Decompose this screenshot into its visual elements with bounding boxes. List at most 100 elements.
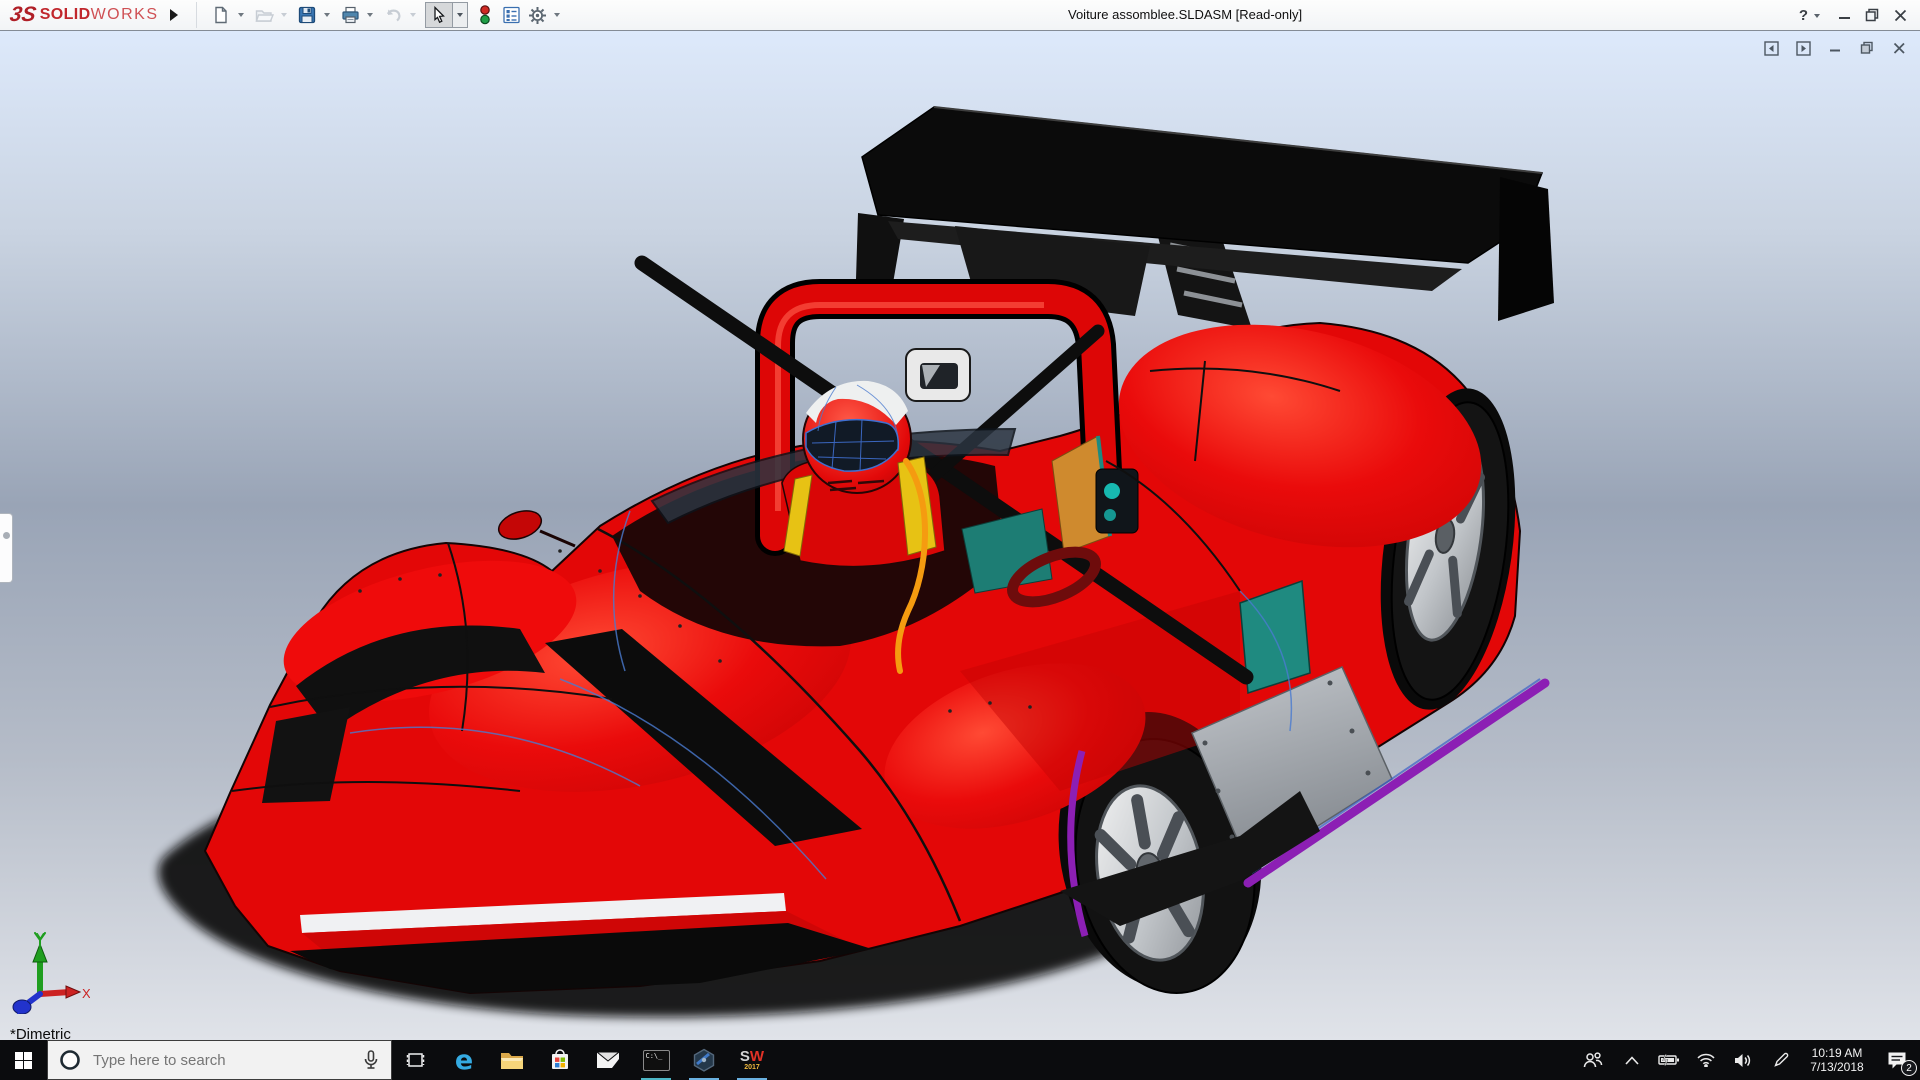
mail-button[interactable] [584, 1040, 632, 1080]
network-button[interactable] [1688, 1040, 1724, 1080]
previous-pane-button[interactable] [1762, 39, 1780, 57]
hidden-icons-button[interactable] [1614, 1040, 1650, 1080]
edrawings-button[interactable] [680, 1040, 728, 1080]
command-prompt-icon: C:\_ [643, 1050, 670, 1071]
open-folder-icon [255, 6, 274, 24]
new-dropdown-caret[interactable] [234, 2, 247, 28]
close-button[interactable] [1886, 0, 1914, 30]
volume-button[interactable] [1724, 1040, 1762, 1080]
taskbar-apps: e C: [392, 1040, 776, 1080]
menu-flyout-arrow-icon[interactable] [170, 9, 178, 21]
doc-minimize-icon [1829, 42, 1842, 55]
undo-icon [384, 6, 403, 24]
action-center-button[interactable]: 2 [1874, 1040, 1920, 1080]
file-explorer-icon [500, 1050, 524, 1070]
pen-button[interactable] [1762, 1040, 1800, 1080]
file-explorer-button[interactable] [488, 1040, 536, 1080]
select-tool-button[interactable] [425, 2, 453, 28]
print-button[interactable] [337, 2, 363, 28]
graphics-viewport[interactable]: X Y *Dimetric [0, 31, 1920, 1040]
document-restore-button[interactable] [1858, 39, 1876, 57]
edge-button[interactable]: e [440, 1040, 488, 1080]
orientation-triad[interactable]: X Y [12, 932, 90, 1014]
new-document-icon [212, 6, 230, 24]
solidworks-taskbar-button[interactable]: SW 2017 [728, 1040, 776, 1080]
quick-access-toolbar [208, 0, 567, 30]
print-dropdown-caret[interactable] [363, 2, 376, 28]
new-document-button[interactable] [208, 2, 234, 28]
file-properties-button[interactable] [498, 2, 524, 28]
select-dropdown-caret[interactable] [453, 2, 468, 28]
rear-view-mirror[interactable] [906, 349, 970, 401]
pane-right-icon [1796, 41, 1811, 56]
toolbar-separator [196, 2, 197, 28]
options-dropdown-caret[interactable] [550, 2, 563, 28]
wifi-icon [1697, 1053, 1715, 1067]
car-model-canvas[interactable] [0, 31, 1920, 1040]
minimize-icon [1838, 9, 1851, 22]
triad-x-label: X [82, 986, 90, 1001]
titlebar: 3S SOLID WORKS [0, 0, 1920, 31]
properties-list-icon [502, 6, 521, 24]
open-document-button[interactable] [251, 2, 277, 28]
cortana-icon [59, 1049, 81, 1071]
clock-time: 10:19 AM [1800, 1046, 1874, 1060]
start-button[interactable] [0, 1040, 47, 1080]
task-view-icon [406, 1051, 426, 1069]
view-orientation-label: *Dimetric [10, 1026, 71, 1040]
edge-icon: e [455, 1047, 473, 1074]
open-dropdown-caret [277, 2, 290, 28]
document-close-button[interactable] [1890, 39, 1908, 57]
rebuild-button[interactable] [472, 2, 498, 28]
window-title: Voiture assomblee.SLDASM [Read-only] [1068, 0, 1302, 30]
undo-button [380, 2, 406, 28]
restore-icon [1865, 8, 1879, 22]
logo-solid: SOLID [40, 6, 91, 24]
feature-manager-collapsed-tab[interactable] [0, 513, 13, 583]
logo-works: WORKS [91, 6, 159, 24]
solidworks-2017-icon: SW 2017 [740, 1049, 764, 1071]
next-pane-button[interactable] [1794, 39, 1812, 57]
taskbar-clock[interactable]: 10:19 AM 7/13/2018 [1800, 1046, 1874, 1074]
doc-restore-icon [1860, 41, 1874, 55]
help-dropdown-caret[interactable] [1814, 14, 1820, 18]
left-side-mirror[interactable] [495, 506, 575, 546]
window-controls: ? [1797, 0, 1914, 30]
chevron-up-icon [1625, 1056, 1639, 1065]
select-cursor-icon [431, 6, 447, 24]
traffic-light-icon [478, 5, 492, 25]
restore-button[interactable] [1858, 0, 1886, 30]
gear-icon [528, 6, 547, 25]
save-floppy-icon [298, 6, 316, 24]
microphone-icon[interactable] [363, 1050, 379, 1070]
windows-logo-icon [15, 1052, 32, 1069]
logo-mark: 3S [8, 3, 38, 27]
system-tray: 10:19 AM 7/13/2018 2 [1572, 1040, 1920, 1080]
help-button[interactable]: ? [1797, 7, 1810, 24]
store-icon [549, 1049, 571, 1071]
document-minimize-button[interactable] [1826, 39, 1844, 57]
speaker-icon [1734, 1053, 1752, 1068]
document-window-controls [1762, 39, 1908, 57]
store-button[interactable] [536, 1040, 584, 1080]
notification-badge: 2 [1901, 1060, 1917, 1076]
search-input[interactable] [91, 1051, 351, 1070]
people-icon [1583, 1052, 1603, 1068]
pen-icon [1773, 1052, 1789, 1068]
taskbar-search[interactable] [47, 1040, 392, 1080]
solidworks-logo: 3S SOLID WORKS [10, 0, 159, 30]
people-button[interactable] [1572, 1040, 1614, 1080]
save-dropdown-caret[interactable] [320, 2, 333, 28]
windows-taskbar: e C: [0, 1040, 1920, 1080]
task-view-button[interactable] [392, 1040, 440, 1080]
battery-button[interactable] [1650, 1040, 1688, 1080]
triad-y-label: Y [36, 932, 45, 945]
close-icon [1894, 9, 1907, 22]
options-button[interactable] [524, 2, 550, 28]
mail-icon [596, 1051, 620, 1069]
minimize-button[interactable] [1830, 0, 1858, 30]
command-prompt-button[interactable]: C:\_ [632, 1040, 680, 1080]
save-button[interactable] [294, 2, 320, 28]
tab-grip-dot [3, 532, 10, 539]
clock-date: 7/13/2018 [1800, 1060, 1874, 1074]
